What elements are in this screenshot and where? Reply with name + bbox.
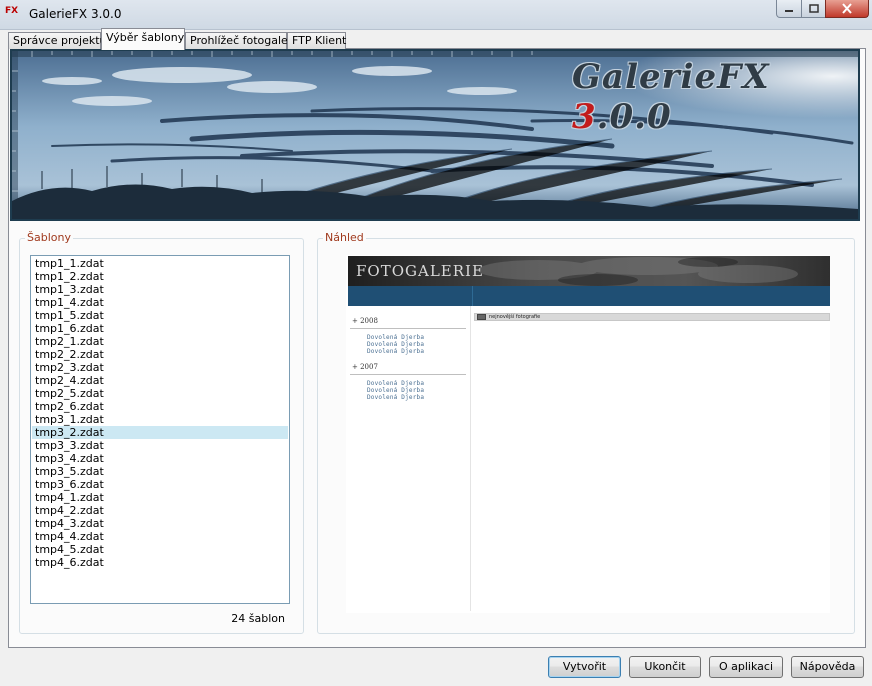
preview-album-link: Dovolená Djerba	[367, 348, 425, 355]
minimize-button[interactable]	[776, 0, 802, 18]
preview-title: FOTOGALERIE	[356, 262, 484, 280]
template-list-item[interactable]: tmp4_6.zdat	[32, 556, 288, 569]
window-title: GalerieFX 3.0.0	[29, 7, 122, 21]
template-list-item[interactable]: tmp2_4.zdat	[32, 374, 288, 387]
about-button[interactable]: O aplikaci	[709, 656, 783, 678]
template-list[interactable]: tmp1_1.zdat tmp1_2.zdat tmp1_3.zdat tmp1_4.…	[30, 255, 290, 604]
preview-album-link: Dovolená Djerba	[367, 394, 425, 401]
template-list-item[interactable]: tmp1_6.zdat	[32, 322, 288, 335]
template-list-item[interactable]: tmp4_1.zdat	[32, 491, 288, 504]
template-list-item[interactable]: tmp1_3.zdat	[32, 283, 288, 296]
template-list-item[interactable]: tmp2_6.zdat	[32, 400, 288, 413]
tab-prohlizec-fotogalerii[interactable]: Prohlížeč fotogalerií	[185, 32, 298, 49]
preview-tab-label: nejnovější fotografie	[489, 314, 541, 320]
tab-spravce-projektu[interactable]: Správce projektu	[8, 32, 107, 49]
maximize-icon	[808, 4, 819, 13]
preview-album-link: Dovolená Djerba	[367, 341, 425, 348]
galeriefx-logo: GalerieFX 3.0.0	[572, 57, 770, 137]
minimize-icon	[785, 9, 793, 12]
preview-year-rule	[350, 328, 466, 329]
preview-year-heading: + 2008	[352, 317, 378, 325]
template-list-item[interactable]: tmp2_3.zdat	[32, 361, 288, 374]
preview-album-link: Dovolená Djerba	[367, 380, 425, 387]
app-icon: FX	[5, 6, 19, 16]
template-list-item[interactable]: tmp1_4.zdat	[32, 296, 288, 309]
template-list-item[interactable]: tmp3_4.zdat	[32, 452, 288, 465]
template-list-item[interactable]: tmp4_3.zdat	[32, 517, 288, 530]
camera-icon	[477, 314, 486, 320]
template-list-item[interactable]: tmp2_5.zdat	[32, 387, 288, 400]
template-list-item[interactable]: tmp3_1.zdat	[32, 413, 288, 426]
close-button[interactable]	[825, 0, 869, 18]
template-count: 24 šablon	[231, 612, 285, 625]
template-preview: FOTOGALERIE nejnovější fotografie + 2008…	[346, 255, 830, 613]
header-banner: GalerieFX 3.0.0	[10, 49, 860, 221]
tab-ftp-klient[interactable]: FTP Klient	[287, 32, 346, 49]
title-bar[interactable]: FX GalerieFX 3.0.0	[0, 0, 872, 30]
preview-content-tab: nejnovější fotografie	[474, 313, 830, 321]
template-list-item[interactable]: tmp1_5.zdat	[32, 309, 288, 322]
quit-button[interactable]: Ukončit	[629, 656, 701, 678]
templates-group-title: Šablony	[25, 231, 73, 244]
template-list-item[interactable]: tmp2_2.zdat	[32, 348, 288, 361]
tab-vyber-sablony[interactable]: Výběr šablony	[101, 28, 185, 50]
template-list-item[interactable]: tmp3_2.zdat	[32, 426, 288, 439]
maximize-button[interactable]	[801, 0, 826, 18]
template-list-item[interactable]: tmp1_1.zdat	[32, 257, 288, 270]
preview-nav-divider	[472, 286, 473, 306]
help-button[interactable]: Nápověda	[791, 656, 864, 678]
template-list-item[interactable]: tmp3_6.zdat	[32, 478, 288, 491]
preview-nav-bar	[348, 286, 830, 306]
template-list-item[interactable]: tmp1_2.zdat	[32, 270, 288, 283]
preview-album-link: Dovolená Djerba	[367, 334, 425, 341]
template-list-item[interactable]: tmp4_2.zdat	[32, 504, 288, 517]
template-list-item[interactable]: tmp3_5.zdat	[32, 465, 288, 478]
preview-year-heading: + 2007	[352, 363, 378, 371]
preview-group-title: Náhled	[323, 231, 366, 244]
close-icon	[842, 3, 852, 14]
preview-column-divider	[470, 306, 471, 611]
preview-year-rule	[350, 374, 466, 375]
template-list-item[interactable]: tmp2_1.zdat	[32, 335, 288, 348]
preview-header: FOTOGALERIE	[348, 256, 830, 286]
preview-album-link: Dovolená Djerba	[367, 387, 425, 394]
template-list-item[interactable]: tmp3_3.zdat	[32, 439, 288, 452]
template-list-item[interactable]: tmp4_5.zdat	[32, 543, 288, 556]
template-list-item[interactable]: tmp4_4.zdat	[32, 530, 288, 543]
create-button[interactable]: Vytvořit	[548, 656, 621, 678]
